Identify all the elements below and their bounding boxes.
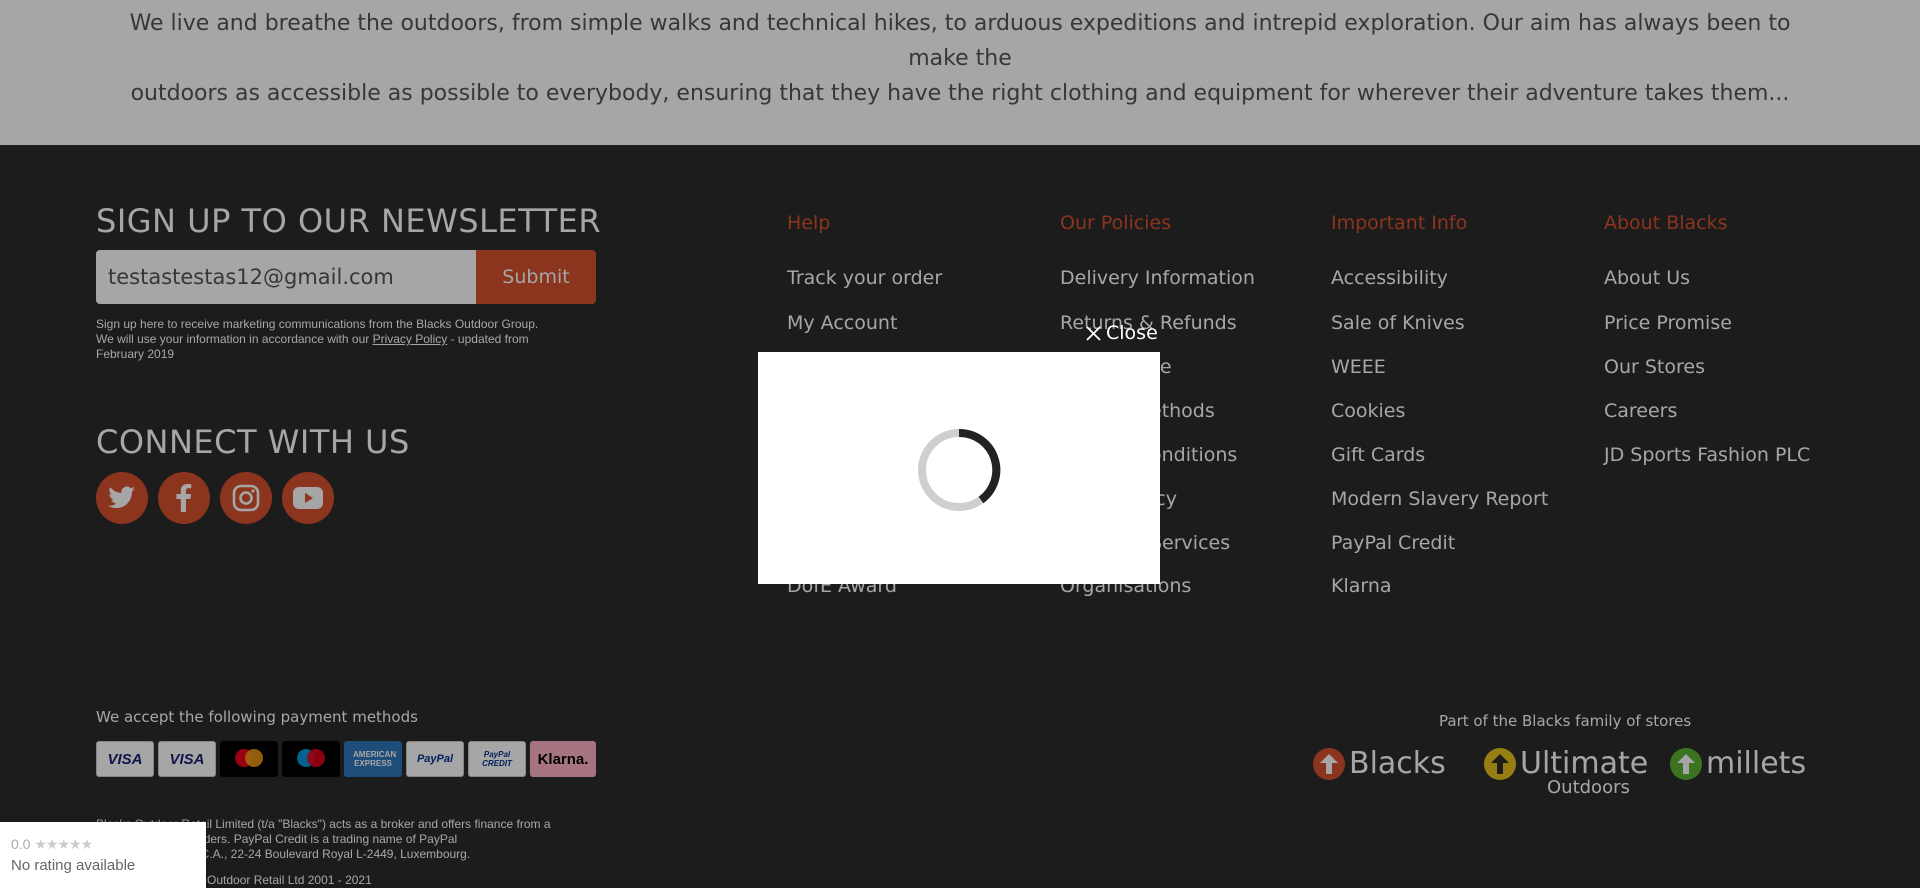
close-icon (1086, 325, 1101, 341)
loading-modal (758, 352, 1160, 584)
modal-close-label: Close (1106, 322, 1158, 344)
rating-label: No rating available (11, 857, 136, 874)
loading-spinner-icon (918, 428, 1001, 511)
star-rating-icon: ★★★★★ (34, 836, 93, 852)
rating-score: 0.0 ★★★★★ (11, 836, 93, 852)
rating-widget[interactable]: 0.0 ★★★★★ No rating available (0, 822, 206, 888)
modal-close-button[interactable]: Close (1086, 322, 1158, 344)
